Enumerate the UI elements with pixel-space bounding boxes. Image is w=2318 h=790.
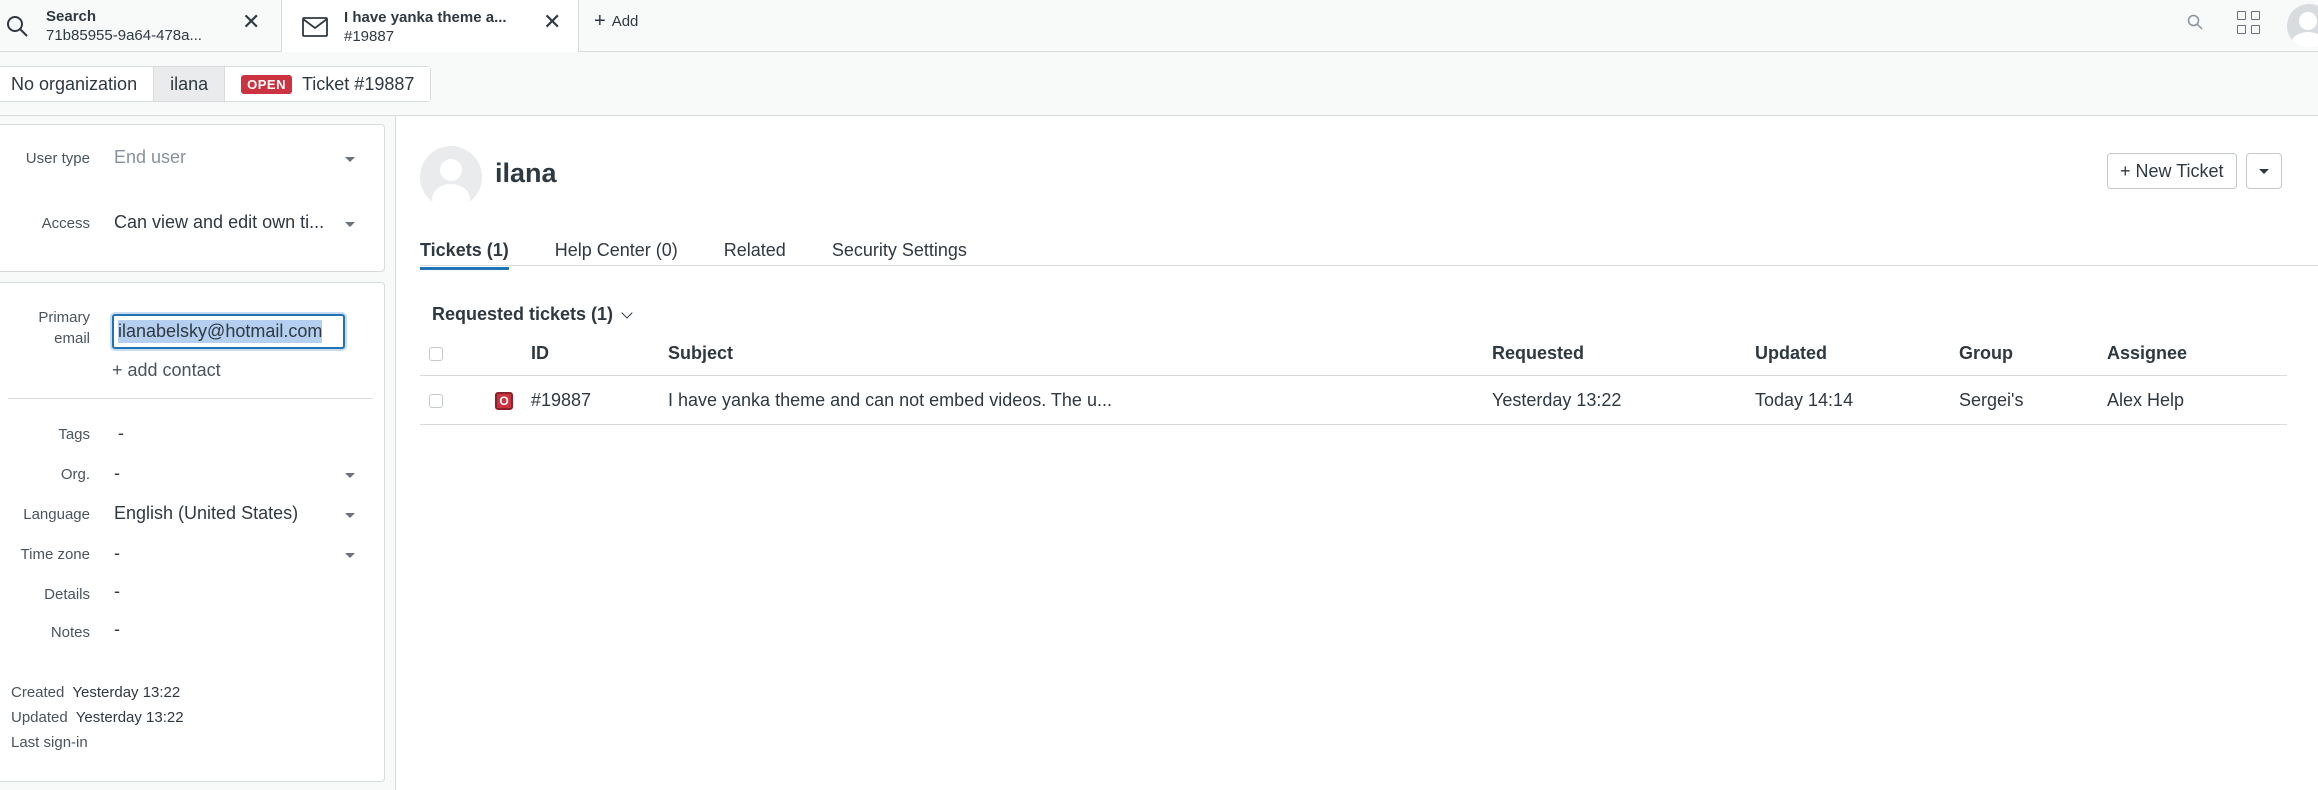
email-field[interactable]: ilanabelsky@hotmail.com [112,314,345,349]
tab-tickets[interactable]: Tickets (1) [420,232,509,270]
breadcrumb-organization[interactable]: No organization [0,67,155,101]
divider [420,265,2318,266]
tab-security-settings[interactable]: Security Settings [832,232,967,268]
details-label: Details [44,586,90,603]
org-label: Org. [60,466,90,483]
language-label: Language [23,506,90,523]
details-field[interactable]: - [114,581,120,602]
ticket-group: Sergei's [1959,390,2024,410]
page-title: ilana [495,158,557,188]
notes-label: Notes [50,624,90,641]
column-header-updated[interactable]: Updated [1755,332,1827,375]
ticket-id[interactable]: #19887 [531,377,591,424]
created-value: Yesterday 13:22 [72,684,181,701]
tab-help-center[interactable]: Help Center (0) [555,232,678,268]
divider [8,398,373,399]
new-ticket-button[interactable]: + New Ticket [2107,153,2237,189]
envelope-icon [302,14,328,40]
avatar [420,146,482,208]
language-select[interactable]: English (United States) [114,503,344,524]
status-badge: OPEN [241,74,292,94]
tab-subtitle: 71b85955-9a64-478a... [46,27,202,44]
tab-subtitle: #19887 [344,27,395,45]
ticket-updated: Today 14:14 [1755,390,1854,410]
tab-title: I have yanka theme a... [344,8,507,26]
access-select[interactable]: Can view and edit own ti... [114,212,336,233]
notes-field[interactable]: - [114,619,120,640]
table-header: ID Subject Requested Updated Group Assig… [420,332,2287,376]
status-badge: O [495,377,513,424]
updated-meta: Updated Yesterday 13:22 [11,709,184,726]
tab-title: Search [46,8,97,25]
search-icon [4,13,30,39]
chevron-down-icon [345,553,355,558]
updated-label: Updated [11,709,68,726]
access-label: Access [41,215,90,232]
user-role-card: User type End user Access Can view and e… [0,124,385,272]
chevron-down-icon [345,222,355,227]
tags-label: Tags [58,426,90,443]
tab-search[interactable]: Search 71b85955-9a64-478a... ✕ [0,0,278,52]
apps-grid-icon[interactable] [2235,9,2261,35]
user-profile-main: ilana + New Ticket Tickets (1) Help Cent… [397,116,2318,790]
user-info-card: Primary email ilanabelsky@hotmail.com + … [0,282,385,782]
close-icon[interactable]: ✕ [543,9,561,35]
user-details-panel: User type End user Access Can view and e… [0,116,396,790]
row-checkbox[interactable] [429,377,443,424]
breadcrumb-bar: No organization ilana OPEN Ticket #19887 [0,52,2318,116]
add-tab-button[interactable]: + Add [594,10,638,33]
chevron-down-icon [345,473,355,478]
chevron-down-icon [345,157,355,162]
updated-value: Yesterday 13:22 [75,709,184,726]
created-meta: Created Yesterday 13:22 [11,684,180,701]
tab-ticket[interactable]: I have yanka theme a... #19887 ✕ [281,0,579,53]
table-row[interactable]: O #19887 I have yanka theme and can not … [420,377,2287,425]
ticket-assignee: Alex Help [2107,390,2185,410]
breadcrumb-user[interactable]: ilana [154,67,226,101]
email-value: ilanabelsky@hotmail.com [118,320,323,343]
last-signin-label: Last sign-in [11,734,88,751]
close-icon[interactable]: ✕ [242,9,260,35]
chevron-down-icon [621,306,633,319]
add-contact-link[interactable]: + add contact [112,360,221,381]
column-header-group[interactable]: Group [1959,332,2013,375]
last-signin-meta: Last sign-in [11,734,96,751]
primary-email-label-2: email [54,330,90,347]
column-header-id[interactable]: ID [531,332,549,375]
requested-tickets-title: Requested tickets (1) [432,304,614,324]
timezone-label: Time zone [20,546,90,563]
chevron-down-icon [2259,168,2269,174]
top-tab-bar: Search 71b85955-9a64-478a... ✕ I have ya… [0,0,2318,53]
column-header-assignee[interactable]: Assignee [2107,332,2187,375]
user-avatar[interactable] [2287,4,2318,48]
ticket-subject[interactable]: I have yanka theme and can not embed vid… [668,377,1112,424]
created-label: Created [11,684,65,701]
tab-related[interactable]: Related [724,232,786,268]
column-header-requested[interactable]: Requested [1492,332,1584,375]
profile-tabs: Tickets (1) Help Center (0) Related Secu… [420,232,1013,270]
column-header-subject[interactable]: Subject [668,332,733,375]
breadcrumb: No organization ilana OPEN Ticket #19887 [0,66,432,102]
breadcrumb-ticket[interactable]: OPEN Ticket #19887 [225,67,431,101]
ticket-requested: Yesterday 13:22 [1492,390,1622,410]
user-type-label: User type [25,150,90,167]
new-ticket-dropdown-button[interactable] [2246,153,2282,189]
primary-email-label-1: Primary [38,309,90,326]
tags-input[interactable]: - [118,423,124,444]
user-type-select[interactable]: End user [114,147,354,168]
requested-tickets-toggle[interactable]: Requested tickets (1) [432,304,633,325]
select-all-checkbox[interactable] [429,332,443,375]
add-tab-label: Add [611,13,639,30]
breadcrumb-ticket-label: Ticket #19887 [301,73,415,94]
search-icon[interactable] [2183,10,2207,34]
chevron-down-icon [345,513,355,518]
org-select[interactable]: - [114,463,344,484]
timezone-select[interactable]: - [114,543,344,564]
plus-icon: + [594,10,606,32]
